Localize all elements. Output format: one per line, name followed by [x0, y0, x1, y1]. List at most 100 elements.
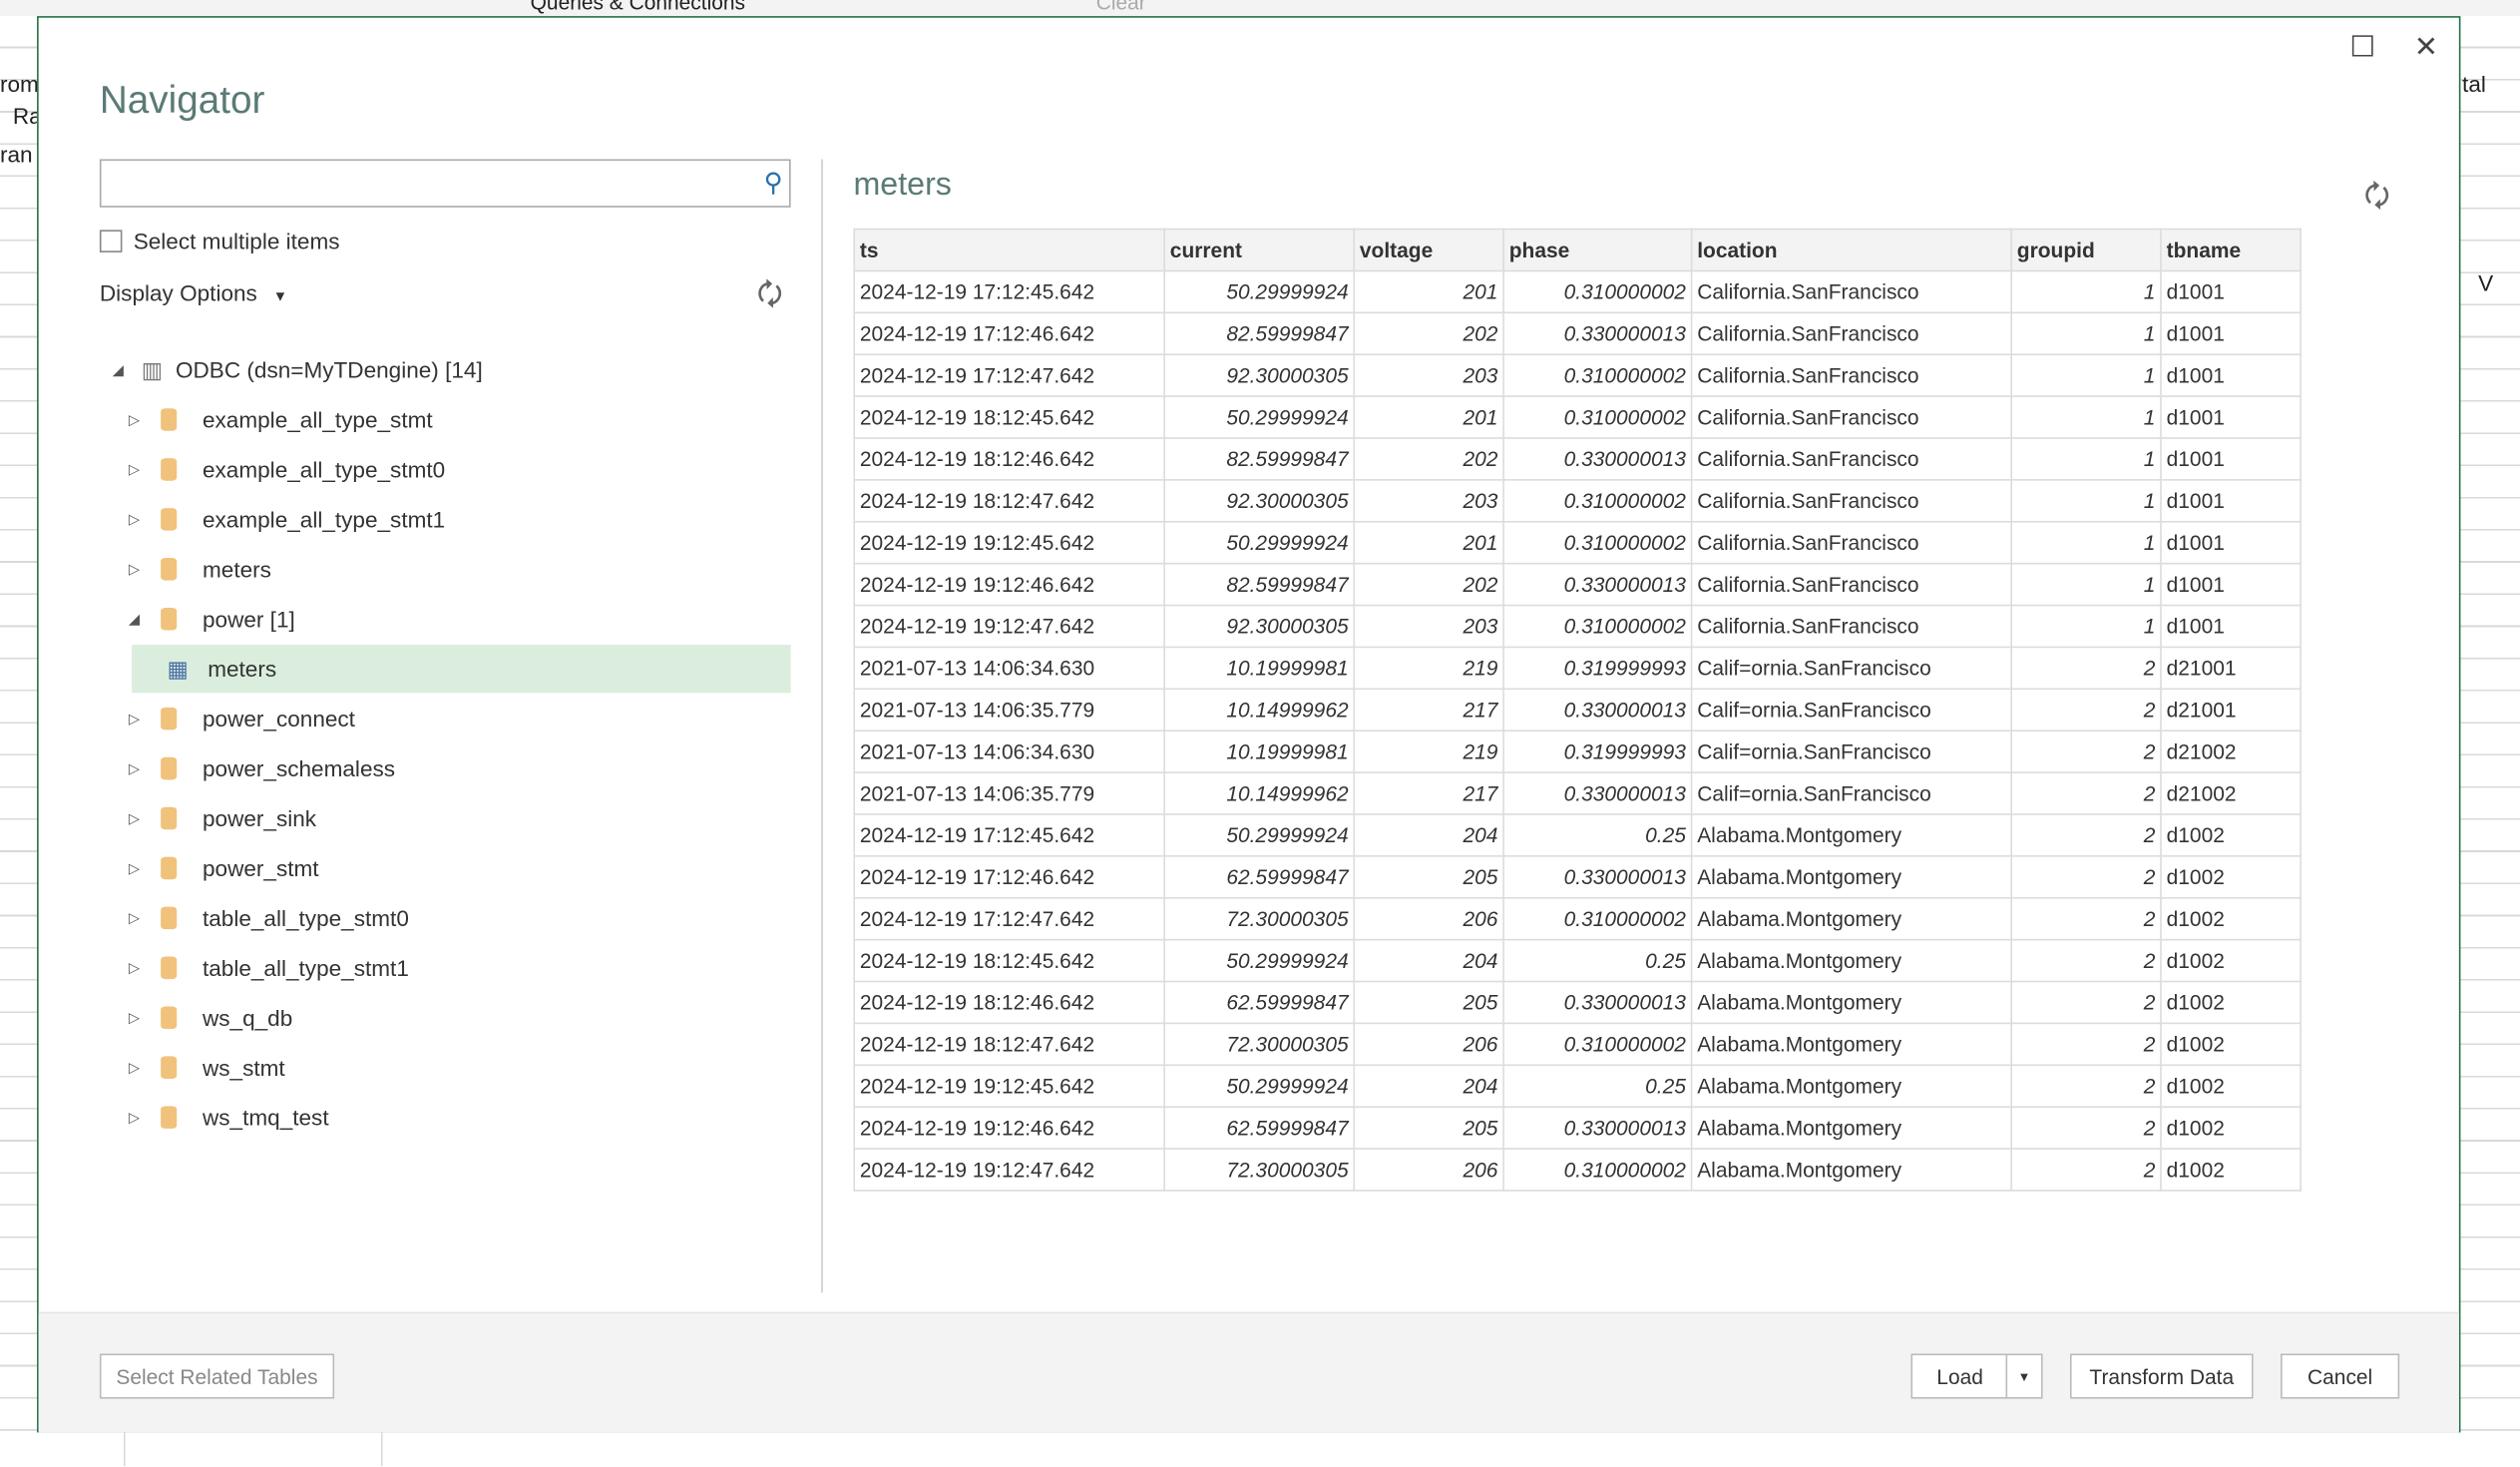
column-header-groupid[interactable]: groupid — [2010, 228, 2162, 272]
cell-location: California.SanFrancisco — [1690, 479, 2012, 523]
collapse-icon[interactable]: ◢ — [129, 610, 148, 628]
cell-tbname: d1001 — [2160, 311, 2302, 356]
tree-item-power-meters[interactable]: ▦ meters — [132, 645, 791, 694]
cell-groupid: 2 — [2010, 688, 2162, 733]
column-header-ts[interactable]: ts — [853, 228, 1165, 272]
cell-ts: 2021-07-13 14:06:35.779 — [853, 688, 1165, 733]
cell-tbname: d1001 — [2160, 437, 2302, 481]
tree-item-power-sink[interactable]: ▷ power_sink — [129, 794, 316, 842]
cancel-button[interactable]: Cancel — [2281, 1353, 2400, 1399]
expand-icon[interactable]: ▷ — [129, 560, 148, 578]
tree-label: example_all_type_stmt0 — [202, 456, 446, 483]
tree-item-meters[interactable]: ▷ meters — [129, 545, 271, 593]
cell-location: California.SanFrancisco — [1690, 437, 2012, 481]
column-header-location[interactable]: location — [1690, 228, 2012, 272]
table-row: 2024-12-19 17:12:47.642 92.30000305 203 0.3… — [853, 353, 2302, 397]
tree-label: power_sink — [202, 805, 317, 831]
refresh-icon[interactable]: 🗘 — [757, 274, 783, 322]
cell-phase: 0.310000002 — [1502, 479, 1693, 523]
tree-item-power-schemaless[interactable]: ▷ power_schemaless — [129, 744, 395, 792]
tree-item-table-all-type-stmt1[interactable]: ▷ table_all_type_stmt1 — [129, 944, 409, 992]
column-header-tbname[interactable]: tbname — [2160, 228, 2302, 272]
cell-tbname: d1002 — [2160, 855, 2302, 899]
close-button[interactable]: ✕ — [2414, 31, 2438, 65]
tree-root[interactable]: ◢ ▥ ODBC (dsn=MyTDengine) [14] — [113, 345, 483, 393]
cell-voltage: 205 — [1353, 855, 1504, 899]
cell-tbname: d1002 — [2160, 980, 2302, 1025]
expand-icon[interactable]: ▷ — [129, 710, 148, 728]
excel-grid-left: rom Ra ran — [0, 16, 42, 1464]
cell-current: 62.59999847 — [1163, 1106, 1356, 1150]
load-button[interactable]: Load — [1910, 1353, 2009, 1399]
cell-phase: 0.330000013 — [1502, 437, 1693, 481]
expand-icon[interactable]: ▷ — [129, 1109, 148, 1127]
table-row: 2024-12-19 19:12:45.642 50.29999924 201 0.3… — [853, 520, 2302, 565]
cell-location: California.SanFrancisco — [1690, 353, 2012, 397]
cell-tbname: d21001 — [2160, 688, 2302, 733]
column-header[interactable]: V — [2478, 270, 2493, 296]
tree-item-ws-q-db[interactable]: ▷ ws_q_db — [129, 994, 292, 1042]
cell-location: California.SanFrancisco — [1690, 395, 2012, 439]
tree-item-power-stmt[interactable]: ▷ power_stmt — [129, 844, 319, 892]
search-icon[interactable]: ⚲ — [764, 168, 783, 200]
tree-item-table-all-type-stmt0[interactable]: ▷ table_all_type_stmt0 — [129, 894, 409, 942]
cell-groupid: 2 — [2010, 646, 2162, 691]
expand-icon[interactable]: ▷ — [129, 1009, 148, 1027]
display-options-dropdown[interactable]: Display Options ▼ — [100, 279, 287, 305]
tree-item-ws-tmq-test[interactable]: ▷ ws_tmq_test — [129, 1093, 329, 1141]
table-row: 2024-12-19 19:12:46.642 82.59999847 202 0.3… — [853, 562, 2302, 607]
column-header-voltage[interactable]: voltage — [1353, 228, 1504, 272]
tree-item-example-all-type-stmt[interactable]: ▷ example_all_type_stmt — [129, 395, 433, 443]
tree-label: meters — [208, 656, 277, 683]
cell-current: 10.19999981 — [1163, 730, 1356, 773]
expand-icon[interactable]: ▷ — [129, 461, 148, 479]
pane-divider[interactable] — [821, 159, 823, 1293]
database-icon — [161, 1106, 178, 1129]
cell-voltage: 205 — [1353, 1106, 1504, 1150]
ribbon-queries-connections[interactable]: Queries & Connections — [531, 0, 745, 14]
table-row: 2024-12-19 17:12:45.642 50.29999924 201 0.3… — [853, 269, 2302, 314]
table-row: 2024-12-19 18:12:47.642 72.30000305 206 0.3… — [853, 1022, 2302, 1067]
cell-ts: 2024-12-19 18:12:45.642 — [853, 395, 1165, 439]
database-icon — [161, 956, 178, 980]
select-multiple-checkbox[interactable]: Select multiple items — [99, 229, 340, 254]
expand-icon[interactable]: ▷ — [129, 411, 148, 429]
maximize-button[interactable]: ☐ — [2349, 31, 2375, 65]
table-row: 2024-12-19 18:12:46.642 62.59999847 205 0.3… — [853, 980, 2302, 1025]
expand-icon[interactable]: ▷ — [129, 809, 148, 827]
expand-icon[interactable]: ▷ — [129, 909, 148, 927]
table-row: 2024-12-19 18:12:46.642 82.59999847 202 0.3… — [853, 437, 2302, 481]
cell-ts: 2024-12-19 19:12:46.642 — [853, 562, 1165, 607]
expand-icon[interactable]: ▷ — [129, 859, 148, 877]
select-related-tables-button[interactable]: Select Related Tables — [99, 1353, 335, 1399]
tree-item-example-all-type-stmt0[interactable]: ▷ example_all_type_stmt0 — [129, 445, 445, 493]
cell-voltage: 202 — [1353, 562, 1504, 607]
cell-groupid: 1 — [2010, 562, 2162, 607]
cell-location: Alabama.Montgomery — [1690, 1064, 2012, 1108]
table-row: 2021-07-13 14:06:35.779 10.14999962 217 0.3… — [853, 771, 2302, 815]
collapse-icon[interactable]: ◢ — [113, 361, 132, 379]
load-dropdown-button[interactable]: ▼ — [2005, 1353, 2043, 1399]
tree-item-power-connect[interactable]: ▷ power_connect — [129, 695, 355, 742]
cell-groupid: 2 — [2010, 1106, 2162, 1150]
expand-icon[interactable]: ▷ — [129, 1059, 148, 1077]
tree-item-ws-stmt[interactable]: ▷ ws_stmt — [129, 1044, 285, 1092]
cell-current: 10.14999962 — [1163, 688, 1356, 733]
database-icon — [161, 458, 178, 481]
cell-location: Calif=ornia.SanFrancisco — [1690, 688, 2012, 733]
expand-icon[interactable]: ▷ — [129, 759, 148, 777]
tree-item-example-all-type-stmt1[interactable]: ▷ example_all_type_stmt1 — [129, 495, 445, 543]
expand-icon[interactable]: ▷ — [129, 510, 148, 528]
search-input[interactable]: ⚲ — [99, 159, 791, 208]
tree-item-power-1-[interactable]: ◢ power [1] — [129, 595, 295, 643]
checkbox-icon[interactable] — [99, 230, 123, 252]
preview-refresh-icon[interactable]: 🗘 — [2364, 177, 2390, 225]
expand-icon[interactable]: ▷ — [129, 959, 148, 977]
cell-ts: 2024-12-19 19:12:46.642 — [853, 1106, 1165, 1150]
column-header-current[interactable]: current — [1163, 228, 1356, 272]
ribbon-clear[interactable]: Clear — [1096, 0, 1146, 14]
column-header-phase[interactable]: phase — [1502, 228, 1693, 272]
transform-data-button[interactable]: Transform Data — [2069, 1353, 2254, 1399]
excel-ribbon: Queries & Connections Clear — [0, 0, 2520, 17]
cell-text: rom — [0, 70, 39, 97]
